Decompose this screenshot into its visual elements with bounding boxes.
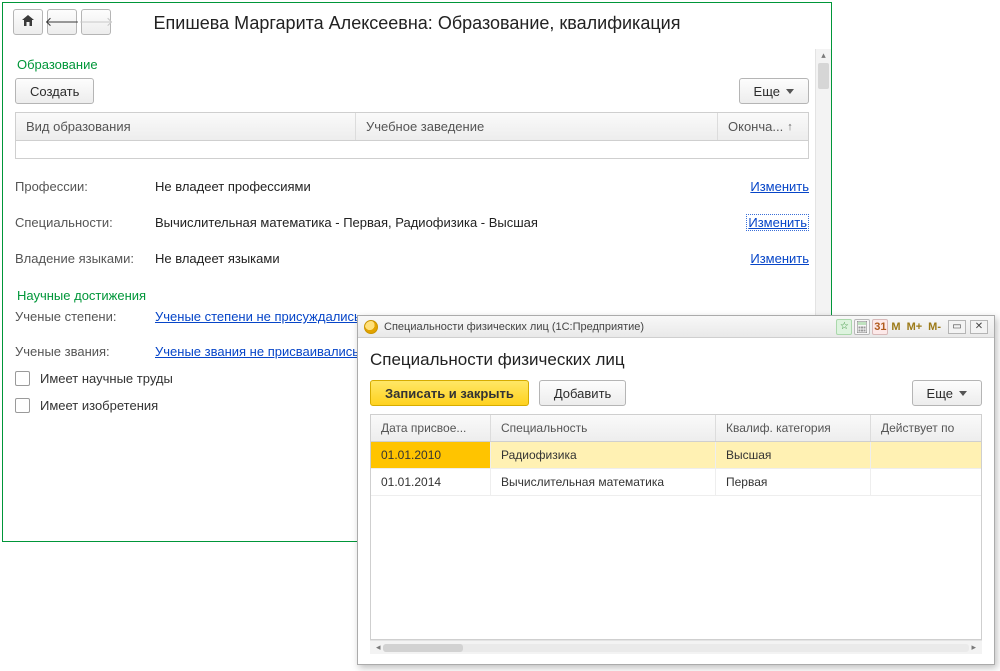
save-close-label: Записать и закрыть — [385, 386, 514, 401]
scroll-right-icon: ▸ — [969, 642, 978, 653]
calculator-icon[interactable] — [854, 319, 870, 335]
app-icon — [364, 320, 378, 334]
languages-change-link[interactable]: Изменить — [750, 251, 809, 266]
dialog-body: Специальности физических лиц Записать и … — [358, 338, 994, 664]
calendar-icon[interactable]: 31 — [872, 319, 888, 335]
dialog-title: Специальности физических лиц (1С:Предпри… — [384, 321, 644, 333]
professions-row: Профессии: Не владеет профессиями Измени… — [15, 179, 809, 194]
achievements-section-title: Научные достижения — [17, 288, 809, 303]
dialog-heading: Специальности физических лиц — [370, 350, 982, 370]
has-inventions-checkbox[interactable] — [15, 398, 30, 413]
has-works-checkbox[interactable] — [15, 371, 30, 386]
specialties-value: Вычислительная математика - Первая, Ради… — [155, 215, 746, 230]
close-button[interactable]: ✕ — [970, 320, 988, 334]
dialog-more-label: Еще — [927, 386, 953, 401]
cell-date: 01.01.2010 — [371, 442, 491, 469]
spec-col-date[interactable]: Дата присвое... — [371, 415, 491, 441]
scroll-left-icon: ◂ — [374, 642, 383, 653]
ranks-label: Ученые звания: — [15, 344, 155, 359]
cell-date: 01.01.2014 — [371, 469, 491, 496]
home-icon — [21, 14, 35, 30]
add-button[interactable]: Добавить — [539, 380, 626, 406]
forward-button[interactable]: 🡒 — [81, 9, 111, 35]
specialties-label: Специальности: — [15, 215, 155, 230]
education-toolbar: Создать Еще — [15, 78, 809, 104]
hscroll-track[interactable] — [383, 644, 970, 652]
chevron-down-icon — [959, 391, 967, 396]
memory-mplus-button[interactable]: M+ — [904, 321, 926, 333]
save-close-button[interactable]: Записать и закрыть — [370, 380, 529, 406]
cell-spec: Вычислительная математика — [491, 469, 716, 496]
education-more-button[interactable]: Еще — [739, 78, 809, 104]
professions-label: Профессии: — [15, 179, 155, 194]
professions-value: Не владеет профессиями — [155, 179, 750, 194]
dialog-toolbar: Записать и закрыть Добавить Еще — [370, 380, 982, 406]
spec-col-spec[interactable]: Специальность — [491, 415, 716, 441]
nav-buttons: 🡐 🡒 — [13, 9, 111, 35]
edu-col-end-label: Оконча... — [728, 119, 783, 134]
dialog-titlebar[interactable]: Специальности физических лиц (1С:Предпри… — [358, 316, 994, 338]
spec-table-header: Дата присвое... Специальность Квалиф. ка… — [370, 414, 982, 442]
sort-asc-icon: ↑ — [787, 121, 793, 133]
languages-label: Владение языками: — [15, 251, 155, 266]
languages-row: Владение языками: Не владеет языками Изм… — [15, 251, 809, 266]
main-header: 🡐 🡒 Епишева Маргарита Алексеевна: Образо… — [3, 3, 831, 39]
horizontal-scrollbar[interactable]: ◂ ▸ — [370, 640, 982, 654]
specialties-change-link[interactable]: Изменить — [746, 214, 809, 231]
edu-col-end[interactable]: Оконча... ↑ — [718, 113, 808, 140]
dialog-more-button[interactable]: Еще — [912, 380, 982, 406]
cell-until — [871, 442, 981, 469]
edu-col-type[interactable]: Вид образования — [16, 113, 356, 140]
ranks-link[interactable]: Ученые звания не присваивались — [155, 344, 359, 359]
professions-change-link[interactable]: Изменить — [750, 179, 809, 194]
education-section-title: Образование — [17, 57, 809, 72]
specialties-row: Специальности: Вычислительная математика… — [15, 214, 809, 231]
page-title: Епишева Маргарита Алексеевна: Образовани… — [3, 11, 831, 34]
create-button[interactable]: Создать — [15, 78, 94, 104]
spec-col-until[interactable]: Действует по — [871, 415, 981, 441]
languages-value: Не владеет языками — [155, 251, 750, 266]
more-button-label: Еще — [754, 84, 780, 99]
education-table-body[interactable] — [15, 141, 809, 159]
hscroll-thumb[interactable] — [383, 644, 463, 652]
create-button-label: Создать — [30, 84, 79, 99]
arrow-right-icon: 🡒 — [79, 14, 114, 30]
has-works-label: Имеет научные труды — [40, 371, 173, 386]
edu-col-institution[interactable]: Учебное заведение — [356, 113, 718, 140]
education-table-header: Вид образования Учебное заведение Оконча… — [15, 112, 809, 141]
cell-cat: Первая — [716, 469, 871, 496]
back-button[interactable]: 🡐 — [47, 9, 77, 35]
spec-table-body[interactable]: 01.01.2010 Радиофизика Высшая 01.01.2014… — [370, 442, 982, 640]
help-icon[interactable]: ☆ — [836, 319, 852, 335]
cell-spec: Радиофизика — [491, 442, 716, 469]
memory-mminus-button[interactable]: M- — [925, 321, 944, 333]
cell-until — [871, 469, 981, 496]
has-inventions-label: Имеет изобретения — [40, 398, 158, 413]
scroll-thumb[interactable] — [818, 63, 829, 89]
arrow-left-icon: 🡐 — [45, 14, 80, 30]
scroll-up-icon: ▴ — [816, 50, 831, 61]
chevron-down-icon — [786, 89, 794, 94]
degrees-link[interactable]: Ученые степени не присуждались — [155, 309, 361, 324]
cell-cat: Высшая — [716, 442, 871, 469]
memory-m-button[interactable]: M — [888, 321, 903, 333]
minimize-button[interactable]: ▭ — [948, 320, 966, 334]
home-button[interactable] — [13, 9, 43, 35]
table-row[interactable]: 01.01.2010 Радиофизика Высшая — [371, 442, 981, 469]
add-button-label: Добавить — [554, 386, 611, 401]
spec-col-cat[interactable]: Квалиф. категория — [716, 415, 871, 441]
degrees-label: Ученые степени: — [15, 309, 155, 324]
table-row[interactable]: 01.01.2014 Вычислительная математика Пер… — [371, 469, 981, 496]
specialties-dialog: Специальности физических лиц (1С:Предпри… — [357, 315, 995, 665]
